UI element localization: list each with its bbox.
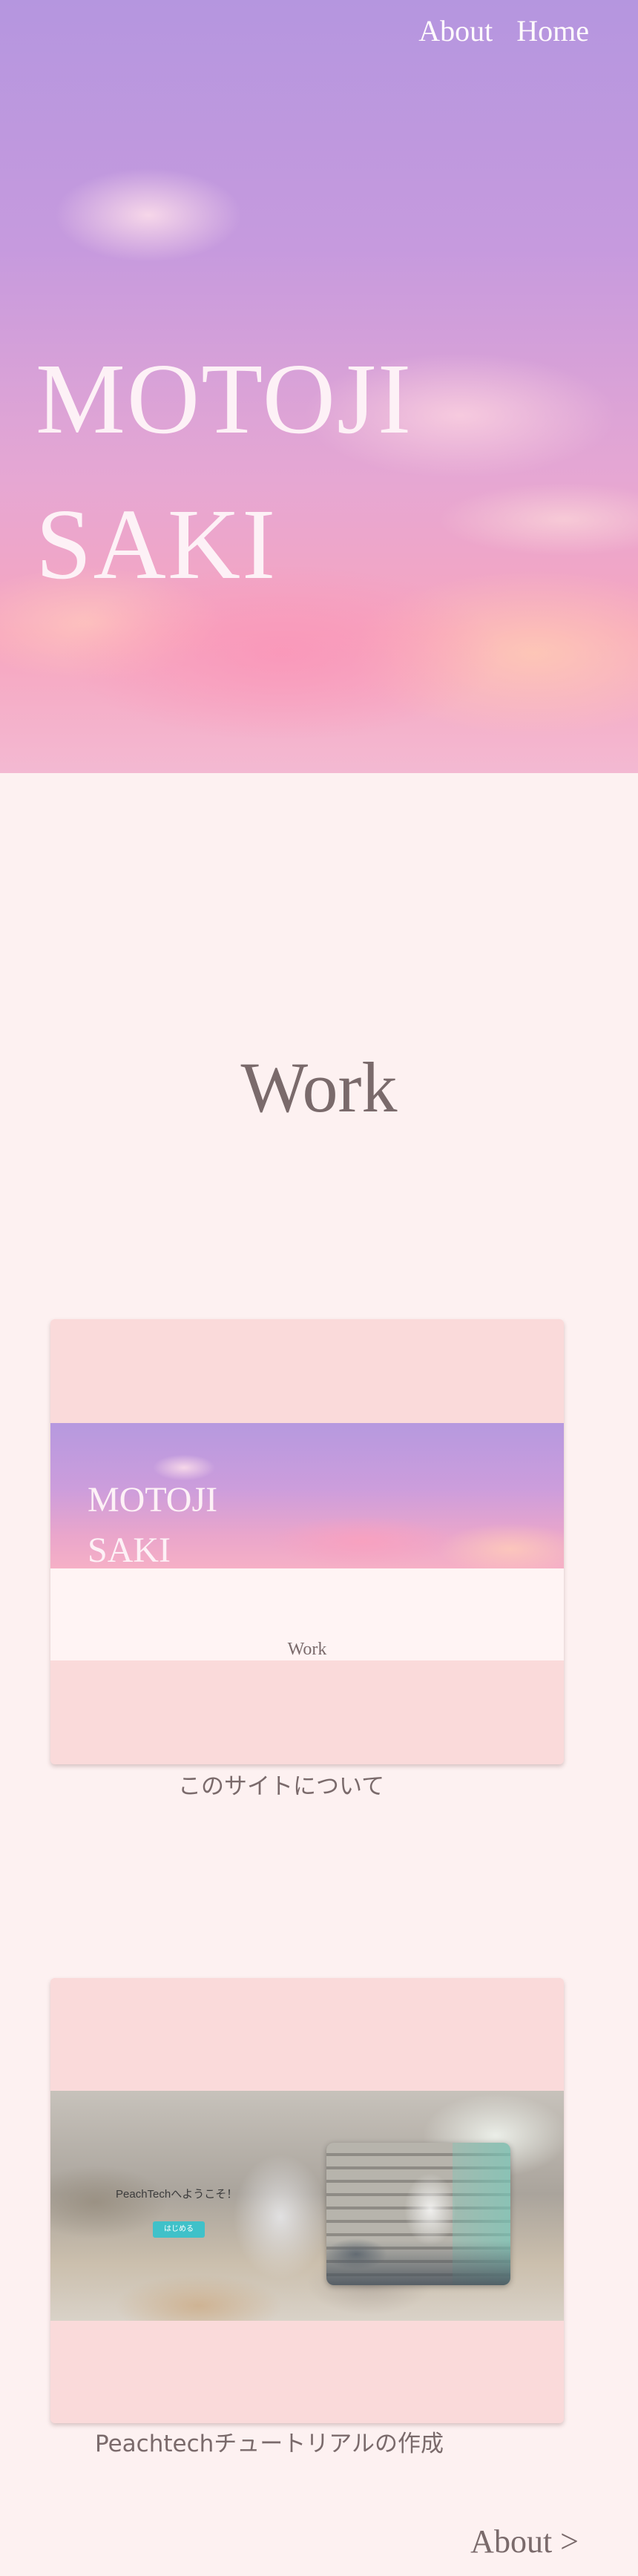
- hero-banner: About Home MOTOJI SAKI: [0, 0, 638, 773]
- preview-title-line-1: MOTOJI: [88, 1480, 218, 1519]
- work-card-thumbnail: MOTOJI SAKI Work: [50, 1423, 564, 1660]
- hero-title-line-1: MOTOJI: [36, 344, 413, 455]
- preview-welcome-text: PeachTechへようこそ！: [116, 2188, 238, 2201]
- nav-link-home[interactable]: Home: [516, 13, 589, 48]
- work-card-caption[interactable]: このサイトについて: [178, 1767, 384, 1801]
- preview-work-label: Work: [287, 1640, 327, 1659]
- work-card-peachtech[interactable]: PeachTechへようこそ！ はじめる: [50, 1978, 564, 2423]
- about-link[interactable]: About >: [470, 2523, 579, 2560]
- work-card-thumbnail: PeachTechへようこそ！ はじめる: [50, 2091, 564, 2321]
- work-heading: Work: [240, 1048, 398, 1127]
- hero-title-line-2: SAKI: [36, 489, 277, 600]
- top-nav: About Home: [418, 13, 589, 48]
- hero-title: MOTOJI SAKI: [36, 326, 412, 617]
- nav-link-about[interactable]: About: [418, 13, 493, 48]
- preview-body: Work: [50, 1568, 564, 1660]
- preview-start-button: はじめる: [153, 2221, 205, 2238]
- work-card-caption[interactable]: Peachtechチュートリアルの作成: [95, 2425, 444, 2458]
- preview-building-photo: [326, 2143, 510, 2285]
- work-card-site[interactable]: MOTOJI SAKI Work: [50, 1319, 564, 1764]
- preview-hero-title: MOTOJI SAKI: [88, 1475, 217, 1576]
- preview-hero-image: MOTOJI SAKI: [50, 1423, 564, 1570]
- preview-photo-floor: [326, 2241, 510, 2285]
